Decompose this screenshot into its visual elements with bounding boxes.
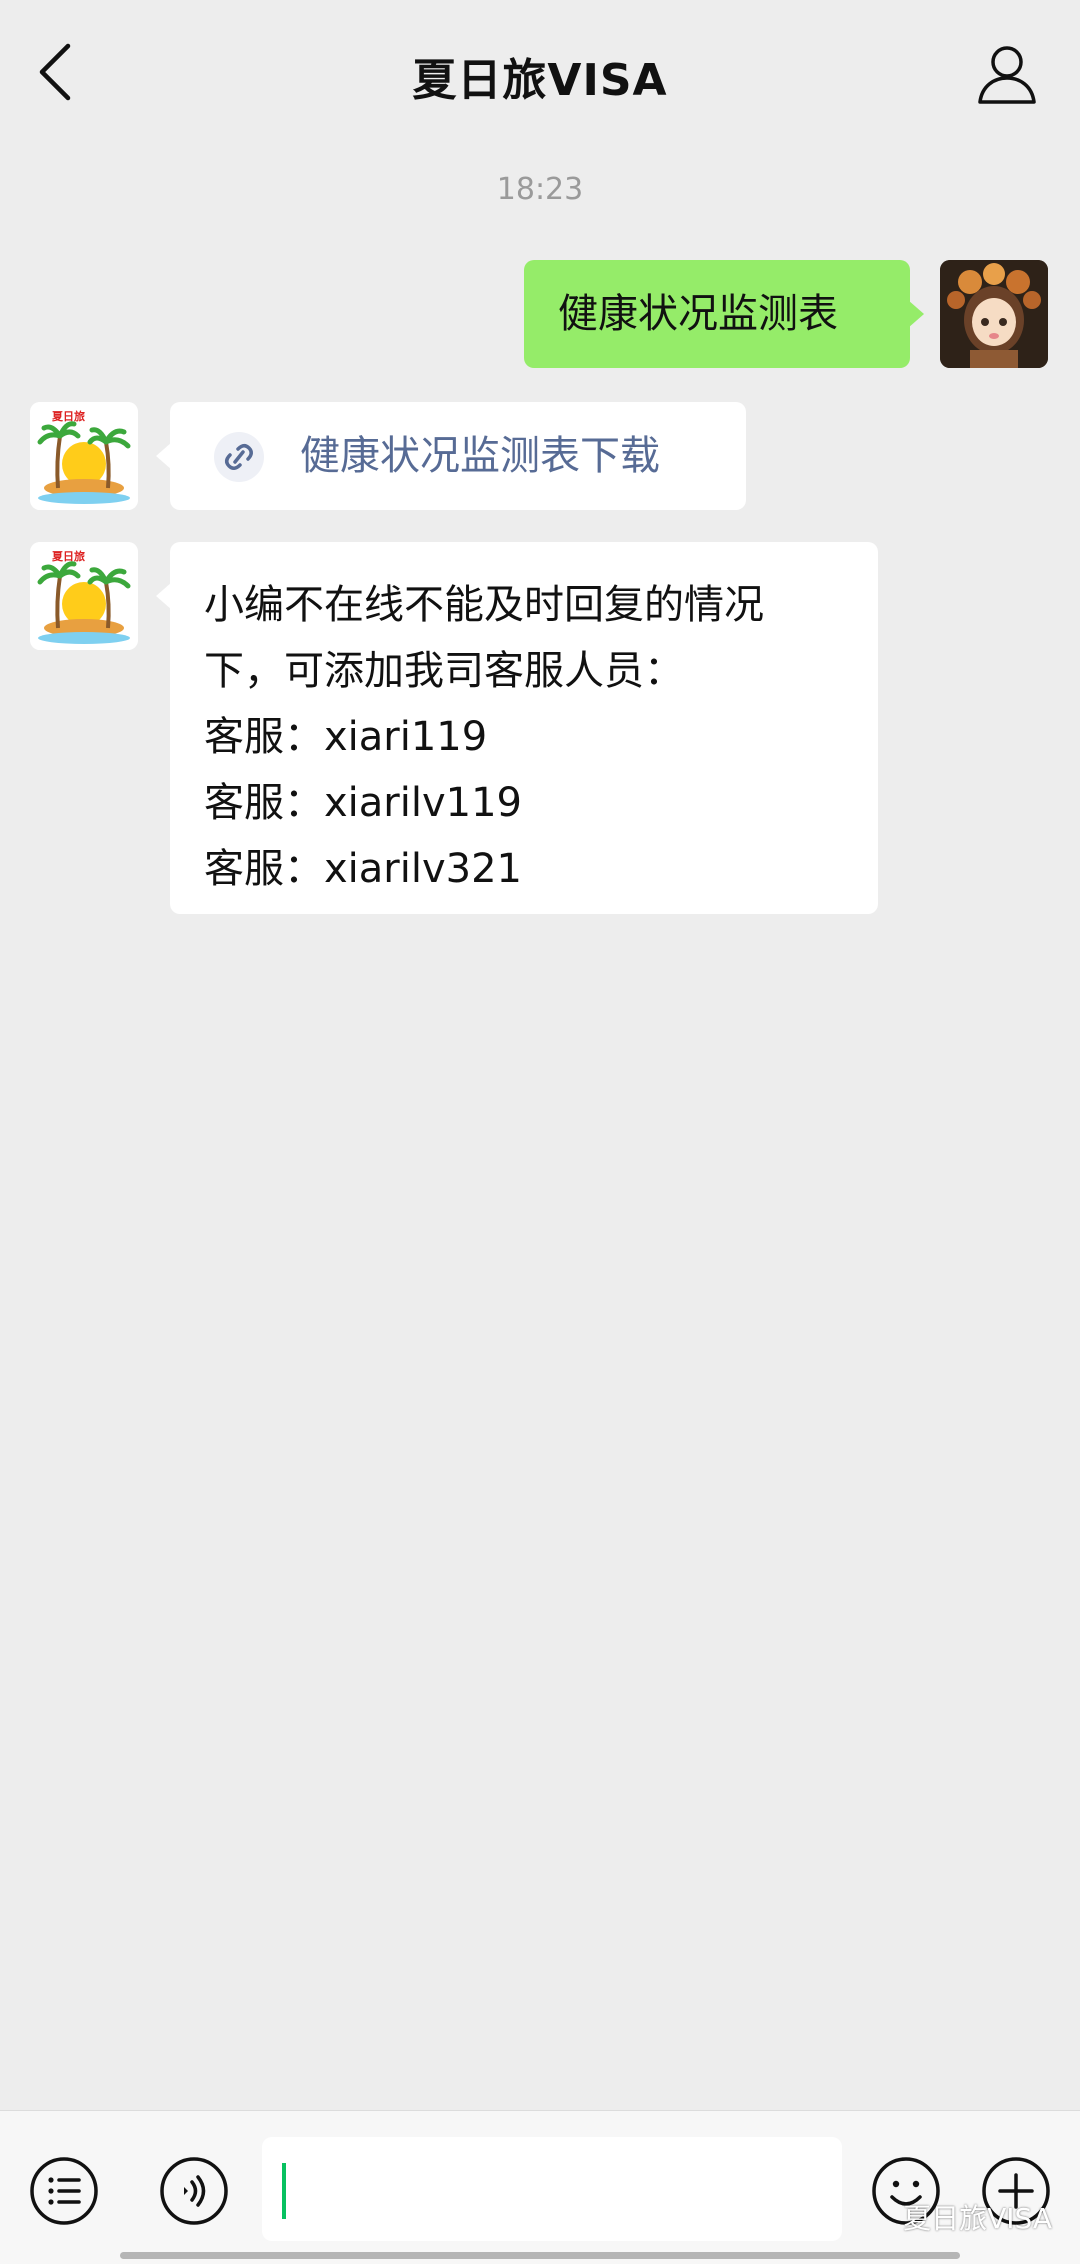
beach-logo-icon: 夏日旅 — [30, 542, 138, 650]
message-line: 客服：xiarilv119 — [204, 780, 522, 826]
message-line: 下，可添加我司客服人员： — [204, 648, 684, 694]
beach-logo-icon: 夏日旅 — [30, 402, 138, 510]
home-indicator — [120, 2252, 960, 2259]
official-account-avatar[interactable]: 夏日旅 — [30, 542, 138, 650]
input-toolbar: 夏日旅VISA — [0, 2110, 1080, 2264]
message-timestamp: 18:23 — [496, 172, 584, 207]
chat-header: 夏日旅VISA — [0, 0, 1080, 150]
link-icon — [214, 432, 264, 482]
person-icon[interactable] — [972, 40, 1042, 110]
bubble-tail — [156, 442, 172, 470]
outgoing-message-bubble[interactable]: 健康状况监测表 — [524, 260, 924, 368]
incoming-message-bubble[interactable]: 小编不在线不能及时回复的情况 下，可添加我司客服人员： 客服：xiari119 … — [156, 542, 878, 914]
user-avatar[interactable] — [940, 260, 1048, 368]
text-caret — [282, 2163, 286, 2219]
svg-text:夏日旅: 夏日旅 — [52, 549, 85, 563]
message-line: 客服：xiari119 — [204, 714, 488, 760]
message-line: 小编不在线不能及时回复的情况 — [204, 582, 764, 628]
svg-text:夏日旅: 夏日旅 — [52, 409, 85, 423]
incoming-message-text: 小编不在线不能及时回复的情况 下，可添加我司客服人员： 客服：xiari119 … — [204, 572, 864, 902]
message-line: 客服：xiarilv321 — [204, 846, 522, 892]
voice-icon[interactable] — [158, 2155, 230, 2227]
chat-title: 夏日旅VISA — [412, 55, 668, 106]
link-message-label[interactable]: 健康状况监测表下载 — [300, 423, 660, 489]
list-icon[interactable] — [28, 2155, 100, 2227]
watermark: 夏日旅VISA — [903, 2202, 1052, 2235]
bubble-tail — [908, 300, 924, 328]
link-message-bubble[interactable]: 健康状况监测表下载 — [156, 402, 746, 510]
message-input[interactable] — [262, 2137, 842, 2241]
user-avatar-image — [940, 260, 1048, 368]
outgoing-message-text: 健康状况监测表 — [558, 291, 838, 337]
official-account-avatar[interactable]: 夏日旅 — [30, 402, 138, 510]
bubble-tail — [156, 582, 172, 610]
